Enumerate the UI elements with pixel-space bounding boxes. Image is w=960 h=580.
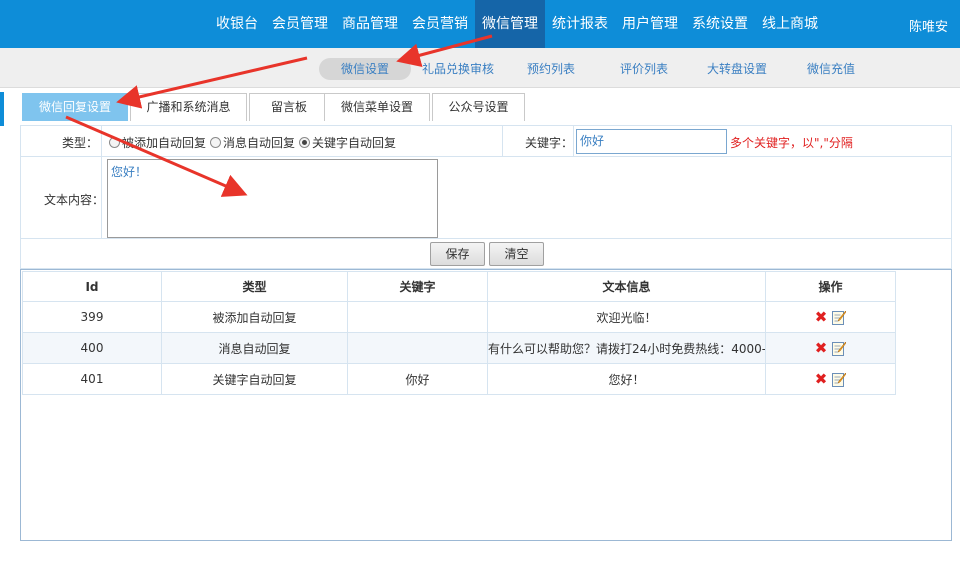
subnav-review-list[interactable]: 评价列表 [615, 58, 673, 80]
table-header-row: Id 类型 关键字 文本信息 操作 [22, 271, 896, 302]
cell-id: 401 [22, 363, 162, 395]
radio-label: 消息自动回复 [223, 136, 296, 150]
divider [573, 126, 574, 157]
cell-keyword [347, 332, 488, 364]
form-row-type-keyword: 类型： 被添加自动回复 消息自动回复 关键字自动回复 关键字： 你好 多个关键字… [21, 126, 951, 157]
text-content-textarea[interactable]: 您好！ [107, 159, 438, 238]
cell-type: 关键字自动回复 [161, 363, 348, 395]
cell-keyword [347, 301, 488, 333]
current-user-name[interactable]: 陈唯安 [909, 0, 948, 48]
content-label: 文本内容： [44, 193, 105, 207]
reply-settings-form: 类型： 被添加自动回复 消息自动回复 关键字自动回复 关键字： 你好 多个关键字… [20, 125, 952, 269]
nav-item-wechat-management[interactable]: 微信管理 [475, 0, 545, 48]
keyword-hint: 多个关键字，以","分隔 [730, 136, 853, 150]
left-accent-bar [0, 92, 4, 126]
form-row-content: 文本内容： 您好！ [21, 157, 951, 239]
subnav-wechat-recharge[interactable]: 微信充值 [802, 58, 860, 80]
edit-icon[interactable] [832, 310, 847, 325]
tab-broadcast-system-messages[interactable]: 广播和系统消息 [130, 93, 247, 121]
column-header-text: 文本信息 [487, 271, 766, 302]
nav-item-product-management[interactable]: 商品管理 [335, 0, 405, 48]
cell-id: 399 [22, 301, 162, 333]
radio-label: 被添加自动回复 [122, 136, 207, 150]
column-header-id: Id [22, 271, 162, 302]
cell-text: 有什么可以帮助您？请拨打24小时免费热线：4000- [487, 332, 766, 364]
delete-icon[interactable]: ✖ [815, 309, 828, 325]
save-button[interactable]: 保存 [430, 242, 485, 266]
radio-button-checked[interactable] [299, 137, 311, 148]
tab-wechat-reply-settings[interactable]: 微信回复设置 [22, 93, 128, 121]
radio-button[interactable] [109, 137, 120, 148]
tab-message-board[interactable]: 留言板 [249, 93, 329, 121]
table-row: 399 被添加自动回复 欢迎光临！ ✖ [22, 301, 896, 333]
nav-item-user-management[interactable]: 用户管理 [615, 0, 685, 48]
column-header-keyword: 关键字 [347, 271, 488, 302]
subnav-reservation-list[interactable]: 预约列表 [522, 58, 580, 80]
subnav-gift-redemption-review[interactable]: 礼品兑换审核 [420, 58, 496, 80]
nav-item-member-management[interactable]: 会员管理 [265, 0, 335, 48]
form-row-actions: 保存 清空 [21, 239, 951, 269]
radio-option-on-keyword[interactable]: 关键字自动回复 [299, 134, 396, 151]
keyword-input[interactable]: 你好 [576, 129, 727, 154]
column-header-actions: 操作 [765, 271, 896, 302]
delete-icon[interactable]: ✖ [815, 340, 828, 356]
type-label: 类型： [62, 136, 99, 150]
subnav-wechat-settings[interactable]: 微信设置 [319, 58, 411, 80]
cell-actions: ✖ [765, 301, 896, 333]
tab-wechat-menu-settings[interactable]: 微信菜单设置 [324, 93, 430, 121]
radio-option-on-message[interactable]: 消息自动回复 [210, 134, 295, 151]
cell-keyword: 你好 [347, 363, 488, 395]
cell-actions: ✖ [765, 363, 896, 395]
nav-item-member-marketing[interactable]: 会员营销 [405, 0, 475, 48]
table-row: 401 关键字自动回复 你好 您好！ ✖ [22, 363, 896, 395]
delete-icon[interactable]: ✖ [815, 371, 828, 387]
top-navigation-bar: 收银台 会员管理 商品管理 会员营销 微信管理 统计报表 用户管理 系统设置 线… [0, 0, 960, 48]
edit-icon[interactable] [832, 372, 847, 387]
keyword-label: 关键字： [525, 136, 574, 150]
divider [101, 157, 102, 239]
column-header-type: 类型 [161, 271, 348, 302]
reply-table-panel: Id 类型 关键字 文本信息 操作 399 被添加自动回复 欢迎光临！ ✖ 40… [20, 269, 952, 541]
reply-type-radio-group: 被添加自动回复 消息自动回复 关键字自动回复 [109, 134, 400, 151]
tab-official-account-settings[interactable]: 公众号设置 [432, 93, 525, 121]
radio-button[interactable] [210, 137, 222, 148]
cell-type: 被添加自动回复 [161, 301, 348, 333]
nav-item-online-mall[interactable]: 线上商城 [755, 0, 825, 48]
nav-item-cashier[interactable]: 收银台 [209, 0, 265, 48]
cell-text: 您好！ [487, 363, 766, 395]
reply-table: Id 类型 关键字 文本信息 操作 399 被添加自动回复 欢迎光临！ ✖ 40… [22, 271, 896, 395]
clear-button[interactable]: 清空 [489, 242, 544, 266]
cell-type: 消息自动回复 [161, 332, 348, 364]
table-row: 400 消息自动回复 有什么可以帮助您？请拨打24小时免费热线：4000- ✖ [22, 332, 896, 364]
radio-label: 关键字自动回复 [312, 136, 397, 150]
main-menu: 收银台 会员管理 商品管理 会员营销 微信管理 统计报表 用户管理 系统设置 线… [209, 0, 825, 48]
subnav-wheel-settings[interactable]: 大转盘设置 [704, 58, 770, 80]
divider [101, 126, 102, 157]
divider [502, 126, 503, 157]
cell-actions: ✖ [765, 332, 896, 364]
edit-icon[interactable] [832, 341, 847, 356]
cell-text: 欢迎光临！ [487, 301, 766, 333]
nav-item-system-settings[interactable]: 系统设置 [685, 0, 755, 48]
sub-navigation-bar: 微信设置 礼品兑换审核 预约列表 评价列表 大转盘设置 微信充值 [0, 48, 960, 88]
nav-item-statistics[interactable]: 统计报表 [545, 0, 615, 48]
radio-option-on-follow[interactable]: 被添加自动回复 [109, 134, 206, 151]
cell-id: 400 [22, 332, 162, 364]
